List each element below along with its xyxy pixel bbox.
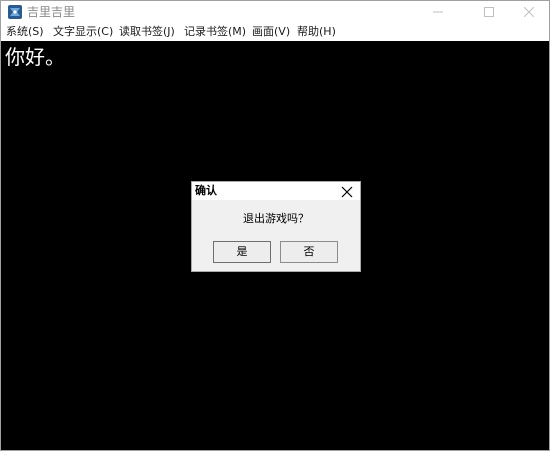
window-title: 吉里吉里	[27, 5, 76, 19]
close-icon	[524, 7, 534, 17]
minimize-icon	[433, 11, 443, 13]
menu-item-text-display[interactable]: 文字显示(C)	[53, 24, 113, 40]
close-button[interactable]	[507, 1, 550, 23]
dialog-message: 退出游戏吗？	[243, 212, 309, 225]
confirm-dialog: 确认 退出游戏吗？ 是 否	[191, 181, 361, 272]
dialog-title-bar[interactable]: 确认	[192, 182, 360, 200]
menu-bar: 系统(S) 文字显示(C) 读取书签(J) 记录书签(M) 画面(V) 帮助(H…	[1, 23, 549, 42]
menu-item-view[interactable]: 画面(V)	[252, 24, 290, 40]
menu-item-help[interactable]: 帮助(H)	[297, 24, 336, 40]
yes-button[interactable]: 是	[213, 241, 271, 263]
close-icon	[341, 186, 353, 198]
maximize-icon	[484, 7, 494, 17]
no-button[interactable]: 否	[280, 241, 338, 263]
main-window: 吉里吉里 系统(S) 文字显示(C) 读取书签(J) 记录书签(M) 画面(V)…	[0, 0, 550, 451]
title-bar[interactable]: 吉里吉里	[1, 1, 549, 23]
menu-item-save-bookmark[interactable]: 记录书签(M)	[184, 24, 246, 40]
menu-item-system[interactable]: 系统(S)	[6, 24, 44, 40]
maximize-button[interactable]	[467, 1, 511, 23]
minimize-button[interactable]	[416, 1, 460, 23]
dialog-title: 确认	[195, 184, 217, 197]
dialog-close-button[interactable]	[340, 184, 354, 198]
menu-item-load-bookmark[interactable]: 读取书签(J)	[119, 24, 175, 40]
game-message-text: 你好。	[5, 45, 65, 69]
app-icon	[7, 4, 23, 20]
